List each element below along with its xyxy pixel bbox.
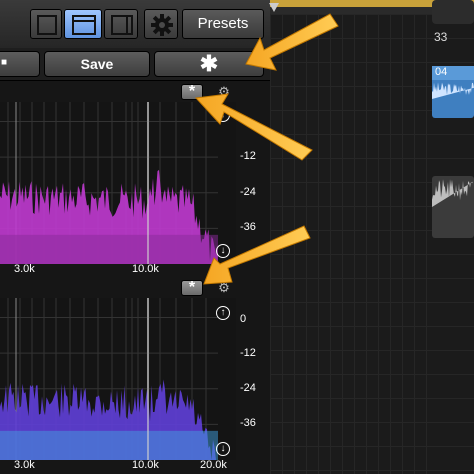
grid-line <box>306 14 307 474</box>
left-partial-button[interactable]: ■ <box>0 51 40 77</box>
grid-line <box>270 278 474 279</box>
grid-line <box>270 398 474 399</box>
spectrum-floor <box>0 430 218 460</box>
top-asterisk-button[interactable]: * <box>181 84 203 100</box>
plugin-toolbar: Presets <box>0 0 270 49</box>
spectrum-floor <box>0 234 218 264</box>
grid-line <box>318 14 319 474</box>
single-view-icon <box>37 15 57 35</box>
bottom-asterisk-button[interactable]: * <box>181 280 203 296</box>
grid-line <box>270 470 474 471</box>
save-button[interactable]: Save <box>44 51 150 77</box>
grid-line <box>354 14 355 474</box>
region-waveform <box>432 179 474 207</box>
grid-line <box>270 302 474 303</box>
grid-line <box>366 14 367 474</box>
grid-line <box>270 158 474 159</box>
grid-line <box>342 14 343 474</box>
bottom-spectrum-svg <box>0 298 218 460</box>
side-view-icon <box>111 15 133 35</box>
top-spectrum-svg <box>0 102 218 264</box>
bottom-y-tick: -12 <box>240 347 256 359</box>
grid-line <box>270 374 474 375</box>
bottom-up-icon[interactable]: ↑ <box>216 306 230 320</box>
top-y-tick: -12 <box>240 150 256 162</box>
bottom-x-tick: 3.0k <box>14 459 35 471</box>
grid-line <box>426 14 427 474</box>
track-header-button[interactable] <box>432 0 474 24</box>
grid-line <box>390 14 391 474</box>
region-waveform <box>432 82 474 99</box>
bottom-y-tick: -36 <box>240 417 256 429</box>
bottom-y-tick: -24 <box>240 382 256 394</box>
split-view-icon <box>72 15 96 35</box>
asterisk-button[interactable]: ✱ <box>154 51 264 77</box>
arrange-area[interactable]: 33 04 <box>268 0 474 474</box>
bottom-y-tick: 0 <box>240 313 247 325</box>
top-up-icon[interactable]: ↑ <box>216 108 230 122</box>
bottom-chart-gear-icon[interactable]: ⚙ <box>216 280 232 296</box>
top-y-tick: -36 <box>240 221 256 233</box>
grid-line <box>270 134 474 135</box>
grid-line <box>270 422 474 423</box>
action-bar: ■ Save ✱ <box>0 48 270 81</box>
grid-line <box>330 14 331 474</box>
top-down-icon[interactable]: ↓ <box>216 244 230 258</box>
bottom-down-icon[interactable]: ↓ <box>216 442 230 456</box>
top-chart-gear-icon[interactable]: ⚙ <box>216 84 232 100</box>
grid-line <box>270 14 271 474</box>
split-view-button[interactable] <box>64 9 102 39</box>
side-view-button[interactable] <box>104 9 138 39</box>
settings-button[interactable] <box>144 9 178 39</box>
audio-region-gray[interactable] <box>432 176 474 238</box>
grid-line <box>282 14 283 474</box>
play-icon: ■ <box>1 57 8 68</box>
audio-region-blue[interactable]: 04 <box>432 66 474 118</box>
bottom-x-tick: 20.0k <box>200 459 227 471</box>
grid-line <box>270 326 474 327</box>
region-name: 04 <box>432 66 474 80</box>
grid-line <box>270 62 474 63</box>
grid-line <box>270 254 474 255</box>
top-y-tick: -24 <box>240 186 256 198</box>
top-x-tick: 3.0k <box>14 263 35 275</box>
grid-line <box>270 446 474 447</box>
grid-line <box>378 14 379 474</box>
top-spectrum-chart: ↑ ↓ <box>0 102 236 264</box>
spectrum-plugin-panel: Presets ■ Save ✱ * ⚙ ↑ ↓ -12 -24 -36 3.0… <box>0 0 270 474</box>
grid-line <box>414 14 415 474</box>
bottom-x-tick: 10.0k <box>132 459 159 471</box>
presets-button[interactable]: Presets <box>182 9 264 39</box>
bar-number-label: 33 <box>434 30 448 44</box>
playhead-icon[interactable] <box>268 2 280 14</box>
top-x-tick: 10.0k <box>132 263 159 275</box>
grid-line <box>294 14 295 474</box>
single-view-button[interactable] <box>30 9 62 39</box>
grid-line <box>270 350 474 351</box>
gear-icon <box>151 14 173 36</box>
bottom-spectrum-chart: ↑ ↓ <box>0 298 236 460</box>
grid-line <box>402 14 403 474</box>
